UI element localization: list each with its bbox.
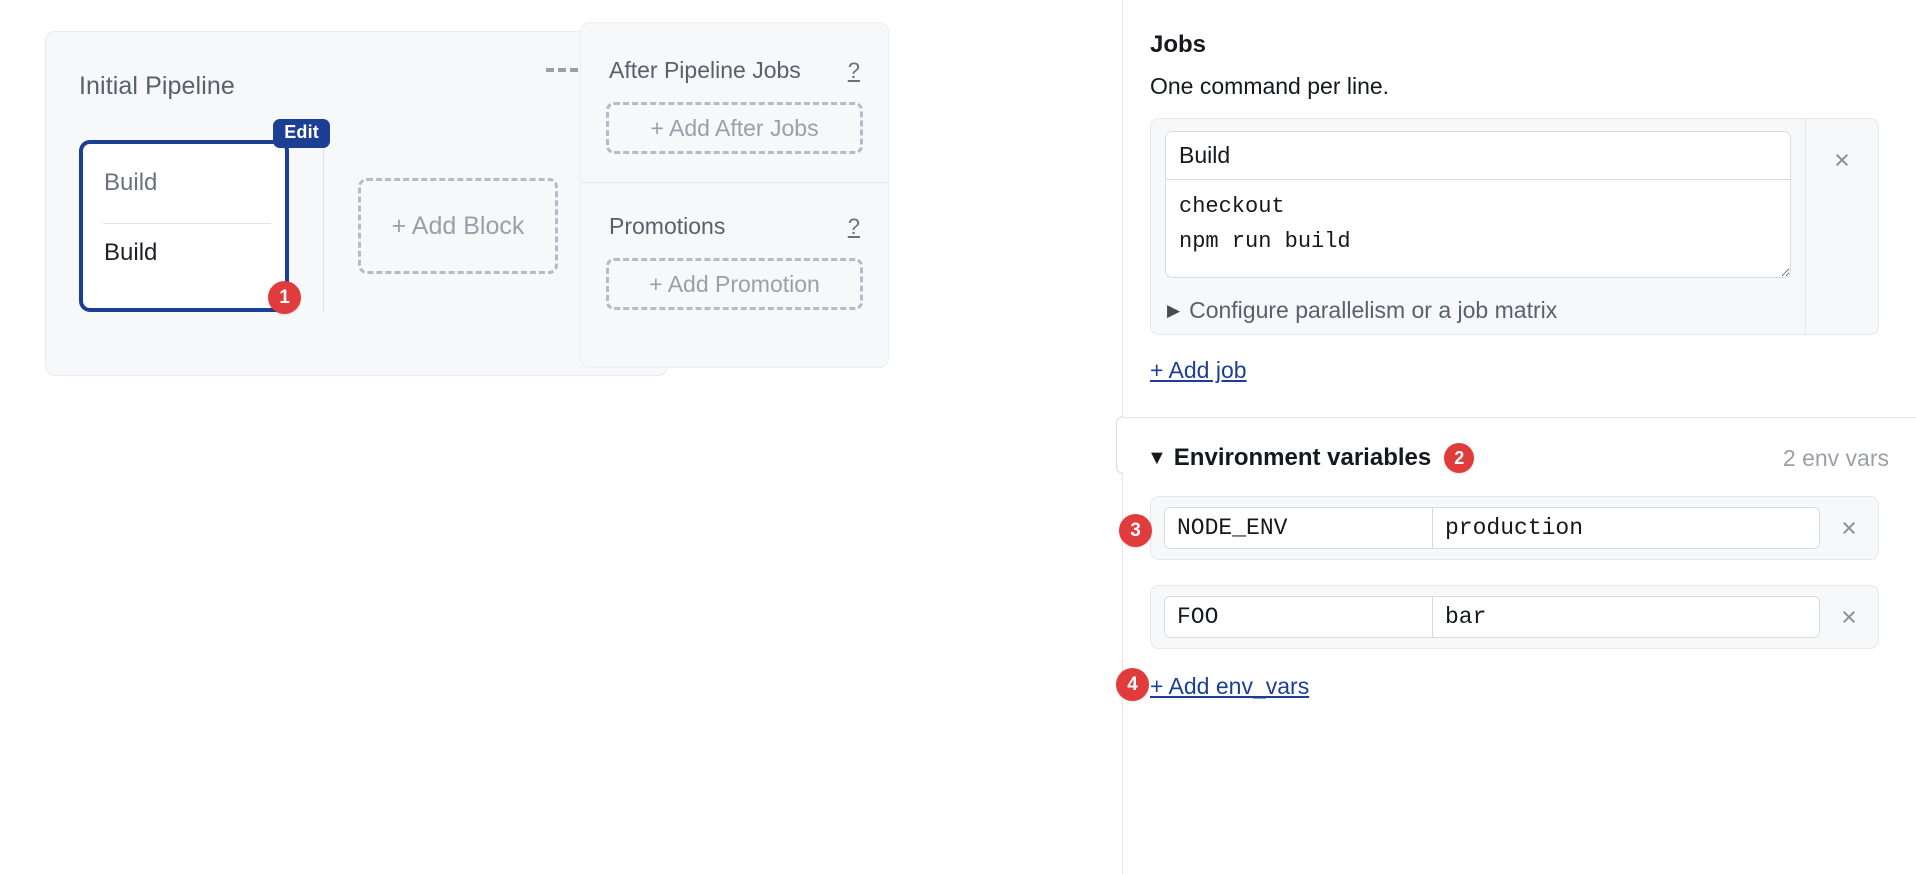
configure-matrix-toggle[interactable]: ▶ Configure parallelism or a job matrix [1167,297,1557,324]
environment-variables-header[interactable]: ▼ Environment variables 2 2 env vars [1147,443,1889,473]
job-fields-group: checkout npm run build [1165,131,1791,278]
configure-matrix-label: Configure parallelism or a job matrix [1189,297,1558,323]
after-pipeline-jobs-section: After Pipeline Jobs ? + Add After Jobs [581,23,888,154]
env-var-row: 3 × [1119,496,1879,560]
environment-variables-title: Environment variables [1173,444,1432,471]
block-divider [103,223,271,224]
jobs-section-title: Jobs [1150,31,1207,58]
chevron-right-icon: ▶ [1167,301,1181,320]
job-card-main: checkout npm run build ▶ Configure paral… [1151,119,1805,334]
env-vars-count: 2 env vars [1782,444,1889,471]
panel-section-divider [1123,417,1916,418]
config-panel: Jobs One command per line. checkout npm … [1116,0,1916,874]
env-var-inputs [1164,596,1820,638]
promotions-section: Promotions ? + Add Promotion [581,183,888,310]
job-card-actions: × [1805,119,1878,334]
promotions-title: Promotions [609,213,726,239]
env-var-remove-cell: × [1820,514,1878,542]
env-var-name-input[interactable] [1165,508,1432,548]
add-job-link[interactable]: + Add job [1150,357,1247,384]
add-env-vars-label: + Add env_vars [1150,673,1310,699]
help-icon[interactable]: ? [848,59,860,82]
edit-block-button[interactable]: Edit [273,119,330,148]
env-var-value-input[interactable] [1432,508,1819,548]
remove-env-var-button[interactable]: × [1841,514,1857,542]
promotions-header: Promotions ? [581,213,888,240]
block-column-divider [323,140,324,312]
after-pipeline-card: After Pipeline Jobs ? + Add After Jobs P… [580,22,889,368]
add-promotion-button[interactable]: + Add Promotion [606,258,863,310]
annotation-badge-3: 3 [1119,514,1152,547]
env-var-name-input[interactable] [1165,597,1432,637]
job-card: checkout npm run build ▶ Configure paral… [1150,118,1879,335]
pipeline-canvas: Initial Pipeline Edit Build Build 1 + Ad… [0,0,1123,874]
add-env-vars-link[interactable]: 4 + Add env_vars [1116,668,1310,701]
add-block-button[interactable]: + Add Block [358,178,558,274]
job-name-input[interactable] [1166,132,1790,179]
remove-env-var-button[interactable]: × [1841,603,1857,631]
annotation-badge-2: 2 [1444,443,1475,473]
help-icon[interactable]: ? [848,215,860,238]
block-job-label: Build [104,239,158,266]
initial-pipeline-title: Initial Pipeline [79,72,235,100]
after-jobs-header: After Pipeline Jobs ? [581,57,888,84]
after-jobs-title: After Pipeline Jobs [609,57,801,83]
initial-pipeline-card: Initial Pipeline Edit Build Build 1 + Ad… [45,31,668,376]
job-commands-textarea[interactable]: checkout npm run build [1166,179,1790,277]
add-after-jobs-button[interactable]: + Add After Jobs [606,102,863,154]
env-var-inputs [1164,507,1820,549]
chevron-down-icon: ▼ [1147,447,1167,469]
app-root: Initial Pipeline Edit Build Build 1 + Ad… [0,0,1916,874]
jobs-section-subtitle: One command per line. [1150,73,1390,99]
remove-job-button[interactable]: × [1834,147,1850,174]
annotation-badge-1: 1 [268,281,301,314]
env-var-remove-cell: × [1820,603,1878,631]
pipeline-block-row: Edit Build Build 1 + Add Block [79,119,558,314]
env-var-row: × [1150,585,1879,649]
env-var-value-input[interactable] [1432,597,1819,637]
pipeline-block-build[interactable]: Edit Build Build 1 [79,119,330,314]
block-name-label: Build [104,169,158,196]
annotation-badge-4: 4 [1116,668,1149,701]
